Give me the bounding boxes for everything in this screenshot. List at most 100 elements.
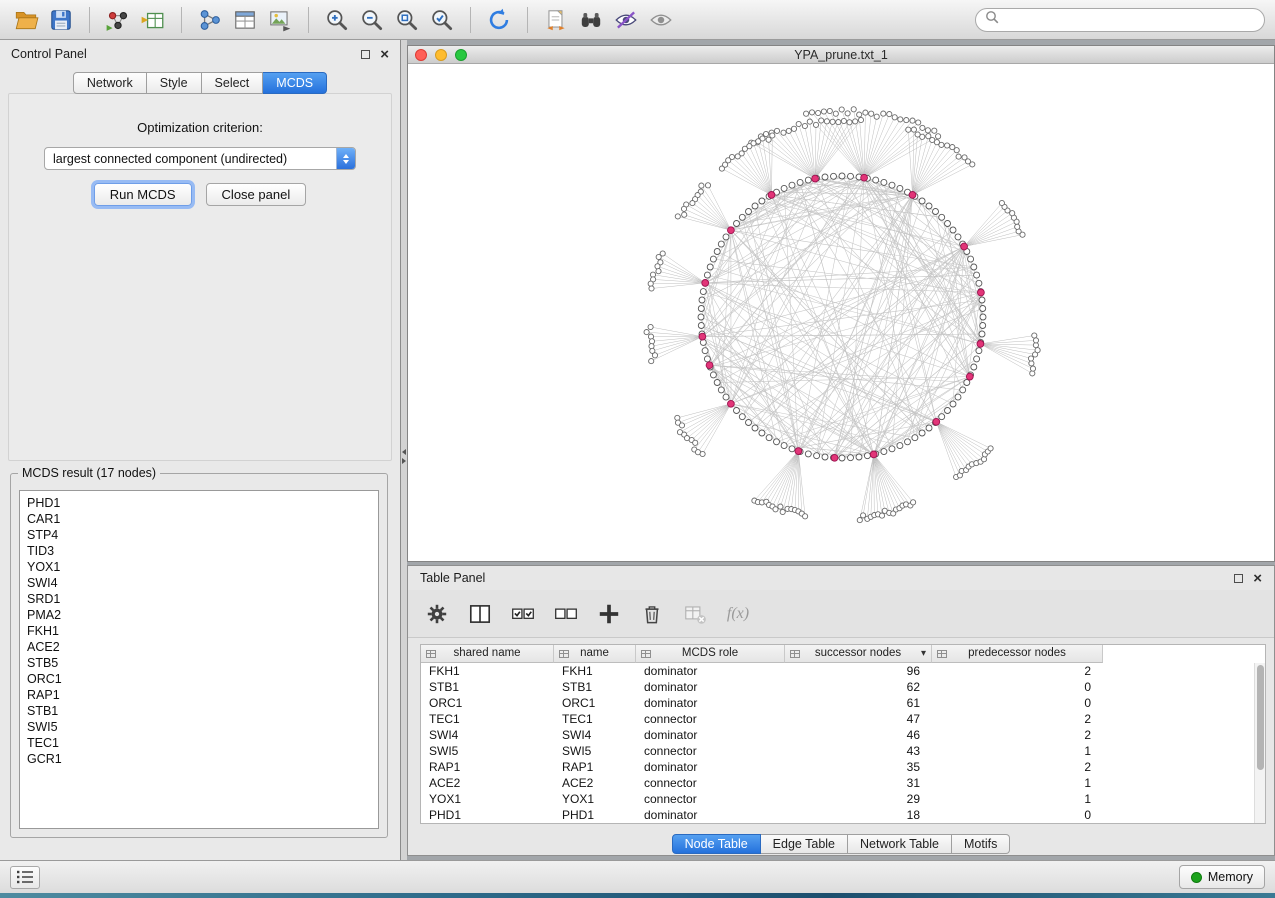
network-node[interactable] [739, 214, 745, 220]
network-node[interactable] [1030, 371, 1035, 376]
table-cell[interactable]: YOX1 [554, 791, 636, 807]
network-node[interactable] [805, 177, 811, 183]
network-node[interactable] [699, 297, 705, 303]
network-node[interactable] [905, 439, 911, 445]
table-cell[interactable]: dominator [636, 663, 785, 679]
network-node[interactable] [773, 507, 778, 512]
table-cell[interactable]: 62 [785, 679, 932, 695]
network-node[interactable] [976, 280, 982, 286]
network-node[interactable] [698, 323, 704, 329]
network-node[interactable] [926, 203, 932, 209]
network-node[interactable] [648, 324, 653, 329]
network-node[interactable] [778, 504, 783, 509]
network-node[interactable] [926, 425, 932, 431]
table-row[interactable]: ACE2ACE2connector311 [421, 775, 1265, 791]
network-node[interactable] [911, 127, 916, 132]
network-node[interactable] [707, 264, 713, 270]
network-node[interactable] [857, 518, 862, 523]
network-node[interactable] [813, 122, 818, 127]
network-node[interactable] [831, 173, 837, 179]
table-cell[interactable]: dominator [636, 679, 785, 695]
table-cell[interactable]: 0 [932, 807, 1103, 823]
column-header-successor-nodes[interactable]: successor nodes▾ [785, 645, 932, 663]
network-node[interactable] [955, 394, 961, 400]
tab-edge-table[interactable]: Edge Table [761, 834, 848, 854]
network-node[interactable] [690, 201, 695, 206]
network-node[interactable] [655, 264, 660, 269]
network-node[interactable] [781, 443, 787, 449]
table-cell[interactable]: 35 [785, 759, 932, 775]
network-node[interactable] [797, 179, 803, 185]
network-node[interactable] [719, 166, 724, 171]
memory-button[interactable]: Memory [1179, 865, 1265, 889]
table-scrollbar[interactable] [1254, 663, 1265, 823]
network-node[interactable] [950, 145, 955, 150]
network-node[interactable] [906, 127, 911, 132]
network-node[interactable] [759, 430, 765, 436]
network-node[interactable] [976, 348, 982, 354]
table-cell[interactable]: 43 [785, 743, 932, 759]
task-history-button[interactable] [10, 866, 40, 889]
network-node[interactable] [1032, 333, 1037, 338]
table-cell[interactable]: 1 [932, 775, 1103, 791]
network-node[interactable] [845, 111, 850, 116]
table-cell[interactable]: PHD1 [554, 807, 636, 823]
network-node[interactable] [714, 380, 720, 386]
table-cell[interactable]: 2 [932, 711, 1103, 727]
network-node[interactable] [819, 118, 824, 123]
network-node[interactable] [656, 254, 661, 259]
network-node[interactable] [791, 126, 796, 131]
table-cell[interactable]: ORC1 [421, 695, 554, 711]
network-node[interactable] [649, 286, 654, 291]
settings-gear-button[interactable] [422, 599, 452, 629]
table-cell[interactable]: TEC1 [421, 711, 554, 727]
network-node[interactable] [807, 119, 812, 124]
table-row[interactable]: RAP1RAP1dominator352 [421, 759, 1265, 775]
search-network-button[interactable] [575, 4, 607, 36]
network-node-dominator[interactable] [870, 451, 877, 458]
network-node[interactable] [979, 297, 985, 303]
table-row[interactable]: FKH1FKH1dominator962 [421, 663, 1265, 679]
table-cell[interactable]: SWI5 [554, 743, 636, 759]
tab-network[interactable]: Network [73, 72, 147, 94]
table-cell[interactable]: dominator [636, 807, 785, 823]
network-node[interactable] [939, 414, 945, 420]
mcds-result-item[interactable]: STP4 [27, 527, 378, 543]
network-node[interactable] [887, 112, 892, 117]
network-node[interactable] [881, 449, 887, 455]
network-node[interactable] [679, 423, 684, 428]
network-node[interactable] [648, 281, 653, 286]
network-node-dominator[interactable] [961, 243, 968, 250]
table-row[interactable]: SWI4SWI4dominator462 [421, 727, 1265, 743]
network-node[interactable] [839, 173, 845, 179]
network-graph-svg[interactable] [408, 64, 1274, 561]
table-cell[interactable]: STB1 [421, 679, 554, 695]
mcds-result-list[interactable]: PHD1CAR1STP4TID3YOX1SWI4SRD1PMA2FKH1ACE2… [19, 490, 379, 829]
network-node[interactable] [1029, 361, 1034, 366]
table-row[interactable]: YOX1YOX1connector291 [421, 791, 1265, 807]
table-cell[interactable]: 2 [932, 663, 1103, 679]
network-node[interactable] [718, 387, 724, 393]
network-node[interactable] [916, 120, 921, 125]
network-node-dominator[interactable] [702, 280, 709, 287]
network-node[interactable] [897, 185, 903, 191]
mcds-result-item[interactable]: YOX1 [27, 559, 378, 575]
network-node[interactable] [1028, 356, 1033, 361]
network-node[interactable] [881, 179, 887, 185]
network-node-dominator[interactable] [728, 227, 735, 234]
network-node[interactable] [830, 119, 835, 124]
network-node[interactable] [802, 123, 807, 128]
network-node[interactable] [889, 446, 895, 452]
network-node[interactable] [734, 221, 740, 227]
network-node[interactable] [881, 111, 886, 116]
table-cell[interactable]: 2 [932, 759, 1103, 775]
open-file-button[interactable] [10, 4, 42, 36]
network-node[interactable] [675, 415, 680, 420]
new-network-button[interactable] [194, 4, 226, 36]
close-panel-icon[interactable]: × [380, 47, 389, 62]
table-cell[interactable]: 46 [785, 727, 932, 743]
network-node[interactable] [698, 314, 704, 320]
column-header-shared-name[interactable]: shared name [421, 645, 554, 663]
mcds-result-item[interactable]: PHD1 [27, 495, 378, 511]
network-node[interactable] [950, 227, 956, 233]
